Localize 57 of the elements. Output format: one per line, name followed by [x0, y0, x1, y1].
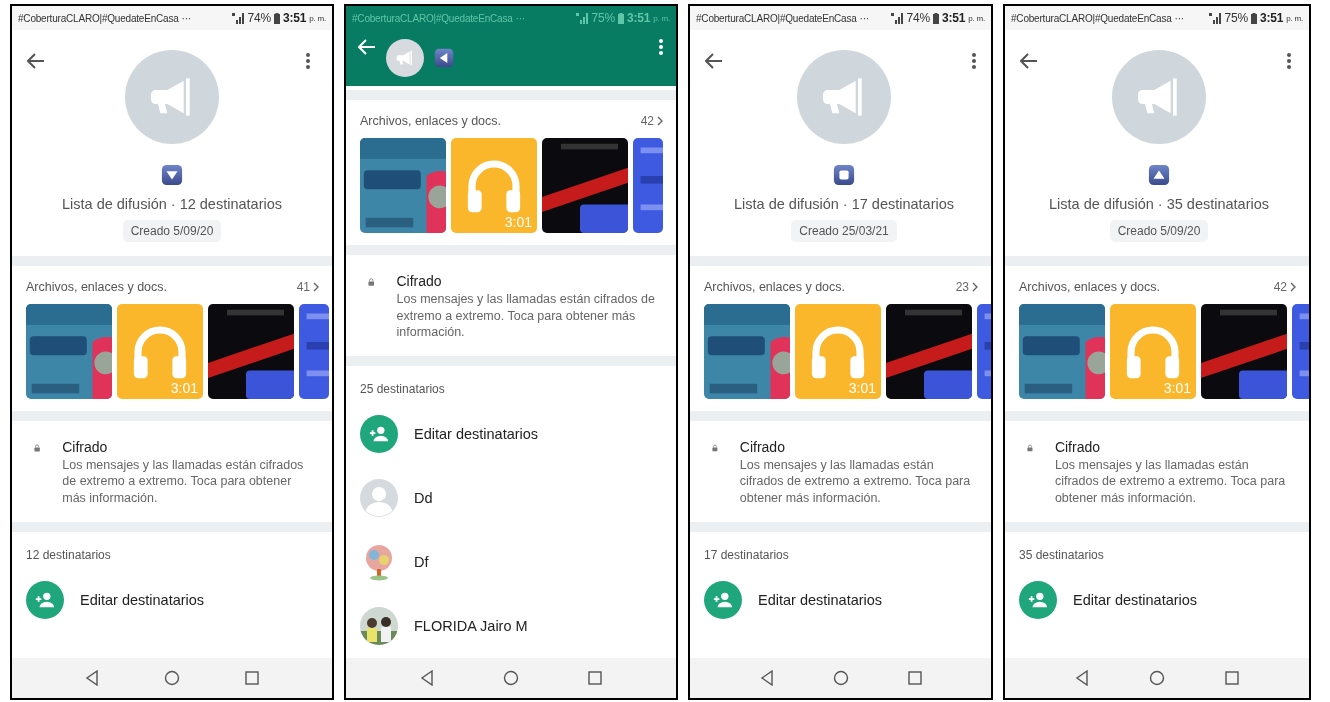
contact-item[interactable]: Dd — [360, 466, 662, 530]
more-notifications: ··· — [181, 12, 191, 24]
battery-percent: 75% — [1224, 11, 1248, 25]
encryption-description[interactable]: Los mensajes y las llamadas están cifrados de extremo a extremo. Toca para obtener más información. — [62, 457, 318, 506]
clock-time: 3:51 — [1260, 11, 1284, 25]
notification-text: #CoberturaCLARO|#QuedateEnCasa — [1011, 12, 1172, 24]
media-label: Archivos, enlaces y docs. — [26, 280, 169, 294]
notification-text: #CoberturaCLARO|#QuedateEnCasa — [352, 12, 513, 24]
media-count[interactable]: 42 — [1273, 280, 1297, 294]
battery-percent: 75% — [591, 11, 615, 25]
more-notifications: ··· — [859, 12, 869, 24]
recipients-count: 35 destinatarios — [1019, 547, 1105, 562]
audio-duration: 3:01 — [504, 214, 532, 231]
encryption-description[interactable]: Los mensajes y las llamadas están cifrados de extremo a extremo. Toca para obtener más información. — [739, 457, 977, 506]
encryption-title: Cifrado — [739, 439, 786, 455]
more-notifications: ··· — [1174, 12, 1184, 24]
edit-recipients-item[interactable]: Editar destinatarios — [360, 402, 662, 466]
media-count[interactable]: 41 — [296, 280, 320, 294]
list-title: Lista de difusión · 12 destinatarios — [61, 196, 283, 212]
created-date: Creado 25/03/21 — [791, 220, 897, 242]
recipients-count: 12 destinatarios — [26, 547, 112, 562]
clock-time: 3:51 — [283, 11, 307, 25]
media-label: Archivos, enlaces y docs. — [704, 280, 847, 294]
clock-period: p. m. — [653, 13, 670, 23]
battery-percent: 74% — [247, 11, 271, 25]
list-title: Lista de difusión · 17 destinatarios — [734, 196, 955, 212]
audio-duration: 3:01 — [170, 380, 198, 396]
edit-recipients-item[interactable]: Editar destinatarios — [1019, 567, 1295, 632]
clock-period: p. m. — [968, 13, 985, 23]
recipients-count: 25 destinatarios — [360, 382, 446, 396]
notification-text: #CoberturaCLARO|#QuedateEnCasa — [18, 12, 179, 24]
media-label: Archivos, enlaces y docs. — [360, 114, 503, 129]
clock-period: p. m. — [1286, 13, 1303, 23]
recipients-count: 17 destinatarios — [704, 547, 790, 562]
edit-recipients-item[interactable]: Editar destinatarios — [704, 567, 977, 632]
list-title: Lista de difusión · 35 destinatarios — [1049, 196, 1270, 212]
contact-item[interactable]: FLORIDA Jairo M — [360, 594, 662, 658]
encryption-title: Cifrado — [396, 273, 443, 290]
encryption-description[interactable]: Los mensajes y las llamadas están cifrados de extremo a extremo. Toca para obtener más información. — [1054, 457, 1295, 506]
media-count[interactable]: 23 — [955, 280, 979, 294]
contact-item[interactable]: Df — [360, 530, 662, 594]
clock-time: 3:51 — [627, 11, 651, 25]
audio-duration: 3:01 — [848, 380, 876, 396]
battery-percent: 74% — [906, 11, 930, 25]
encryption-title: Cifrado — [1054, 439, 1101, 455]
created-date: Creado 5/09/20 — [122, 220, 222, 242]
created-date: Creado 5/09/20 — [1109, 220, 1209, 242]
audio-duration: 3:01 — [1163, 380, 1191, 396]
more-notifications: ··· — [515, 12, 525, 24]
edit-recipients-item[interactable]: Editar destinatarios — [26, 567, 318, 632]
media-count[interactable]: 42 — [640, 114, 664, 129]
encryption-description[interactable]: Los mensajes y las llamadas están cifrados de extremo a extremo. Toca para obtener más información. — [396, 291, 662, 340]
media-label: Archivos, enlaces y docs. — [1019, 280, 1162, 294]
clock-period: p. m. — [309, 13, 326, 23]
clock-time: 3:51 — [942, 11, 966, 25]
notification-text: #CoberturaCLARO|#QuedateEnCasa — [696, 12, 857, 24]
encryption-title: Cifrado — [62, 439, 109, 455]
